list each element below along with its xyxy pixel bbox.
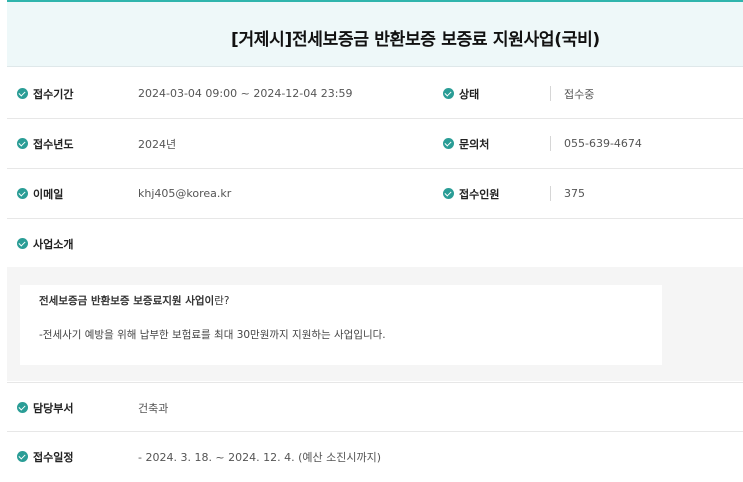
info-row-intro: 사업소개 [7,219,743,267]
field-label: 사업소개 [17,219,73,268]
intro-section: 전세보증금 반환보증 보증료지원 사업이란? -전세사기 예방을 위해 납부한 … [7,267,743,381]
info-row-email: 이메일 khj405@korea.kr 접수인원 375 [7,169,743,219]
label-text: 상태 [459,87,480,101]
check-circle-icon [443,138,454,149]
check-circle-icon [17,402,28,413]
email-value: khj405@korea.kr [138,187,232,200]
divider [550,136,551,151]
info-row-year: 접수년도 2024년 문의처 055-639-4674 [7,119,743,169]
contact-phone-value: 055-639-4674 [564,137,642,150]
field-label: 이메일 [17,169,63,218]
intro-heading: 전세보증금 반환보증 보증료지원 사업이란? [39,293,229,308]
check-circle-icon [17,138,28,149]
label-text: 이메일 [33,187,64,201]
info-row-period: 접수기간 2024-03-04 09:00 ~ 2024-12-04 23:59… [7,69,743,119]
check-circle-icon [443,188,454,199]
check-circle-icon [17,451,28,462]
info-row-department: 담당부서 건축과 [7,382,743,432]
field-label: 접수일정 [17,432,73,481]
label-text: 문의처 [459,137,490,151]
check-circle-icon [17,188,28,199]
check-circle-icon [443,88,454,99]
schedule-value: - 2024. 3. 18. ~ 2024. 12. 4. (예산 소진시까지) [138,450,382,464]
field-label: 접수년도 [17,119,73,168]
field-label: 상태 [443,69,479,118]
intro-content-box: 전세보증금 반환보증 보증료지원 사업이란? -전세사기 예방을 위해 납부한 … [20,285,662,365]
field-label: 문의처 [443,119,489,168]
detail-page: [거제시]전세보증금 반환보증 보증료 지원사업(국비) 접수기간 2024-0… [0,0,743,477]
label-text: 담당부서 [33,401,74,415]
field-label: 담당부서 [17,383,73,432]
field-label: 접수기간 [17,69,73,118]
check-circle-icon [17,238,28,249]
application-year-value: 2024년 [138,137,177,151]
divider [550,186,551,201]
label-text: 접수기간 [33,87,74,101]
check-circle-icon [17,88,28,99]
label-text: 접수인원 [459,187,500,201]
field-label: 접수인원 [443,169,499,218]
applicant-count-value: 375 [564,187,585,200]
department-value: 건축과 [138,401,169,415]
divider [550,86,551,101]
intro-heading-rest: 란? [214,295,230,307]
info-row-schedule: 접수일정 - 2024. 3. 18. ~ 2024. 12. 4. (예산 소… [7,432,743,482]
application-period-value: 2024-03-04 09:00 ~ 2024-12-04 23:59 [138,87,353,100]
label-text: 접수일정 [33,450,74,464]
page-title: [거제시]전세보증금 반환보증 보증료 지원사업(국비) [231,30,600,50]
intro-heading-bold: 전세보증금 반환보증 보증료지원 사업이 [39,295,215,307]
label-text: 사업소개 [33,237,74,251]
title-bar: [거제시]전세보증금 반환보증 보증료 지원사업(국비) [7,0,743,67]
label-text: 접수년도 [33,137,74,151]
intro-description: -전세사기 예방을 위해 납부한 보험료를 최대 30만원까지 지원하는 사업입… [39,329,386,341]
status-value: 접수중 [564,87,595,101]
